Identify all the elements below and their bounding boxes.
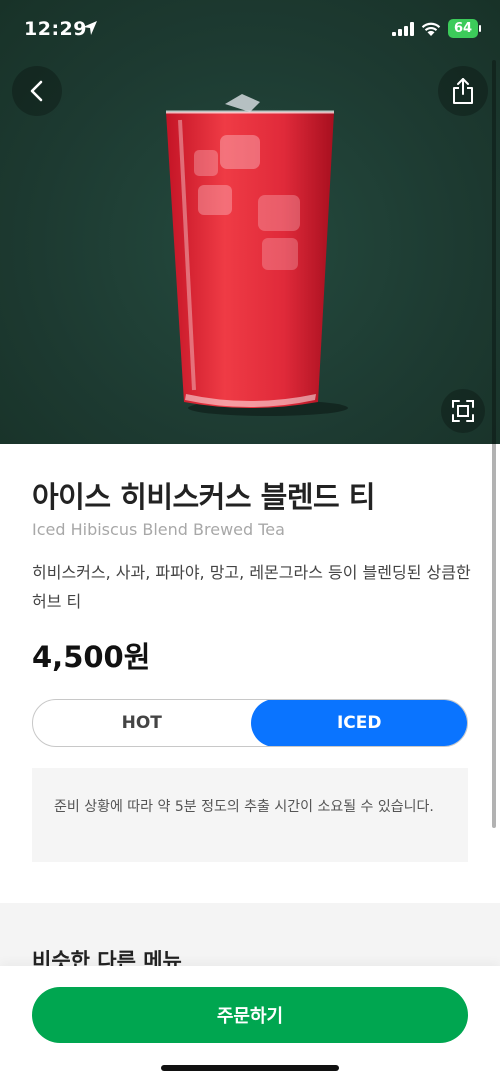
zoom-frame-icon [452, 400, 474, 422]
zoom-button[interactable] [441, 389, 485, 433]
drink-image [166, 94, 348, 416]
product-english-name: Iced Hibiscus Blend Brewed Tea [32, 520, 285, 539]
share-button[interactable] [438, 66, 488, 116]
back-button[interactable] [12, 66, 62, 116]
product-hero: 12:29 64 [0, 0, 500, 444]
scrollbar[interactable] [492, 60, 496, 828]
back-chevron-icon [30, 80, 43, 102]
battery-tip [479, 25, 481, 32]
home-indicator [161, 1065, 339, 1071]
battery-level: 64 [453, 21, 473, 36]
temperature-toggle: HOT ICED [32, 699, 468, 747]
product-name: 아이스 히비스커스 블렌드 티 [32, 480, 375, 514]
hot-option[interactable]: HOT [33, 700, 251, 746]
order-button[interactable]: 주문하기 [32, 987, 468, 1043]
battery-icon: 64 [448, 19, 478, 38]
signal-icon [392, 22, 414, 36]
product-description: 히비스커스, 사과, 파파야, 망고, 레몬그라스 등이 블렌딩된 상큼한 허브… [32, 563, 471, 611]
location-arrow-icon [83, 21, 97, 35]
status-time: 12:29 [24, 18, 87, 40]
product-price: 4,500원 [32, 640, 151, 674]
bottom-action-bar: 주문하기 [0, 966, 500, 1082]
wifi-icon [421, 22, 441, 36]
brew-time-notice: 준비 상황에 따라 약 5분 정도의 추출 시간이 소요될 수 있습니다. [32, 768, 468, 862]
iced-option[interactable]: ICED [250, 700, 467, 746]
share-icon [453, 78, 473, 104]
status-bar: 12:29 64 [0, 0, 500, 60]
